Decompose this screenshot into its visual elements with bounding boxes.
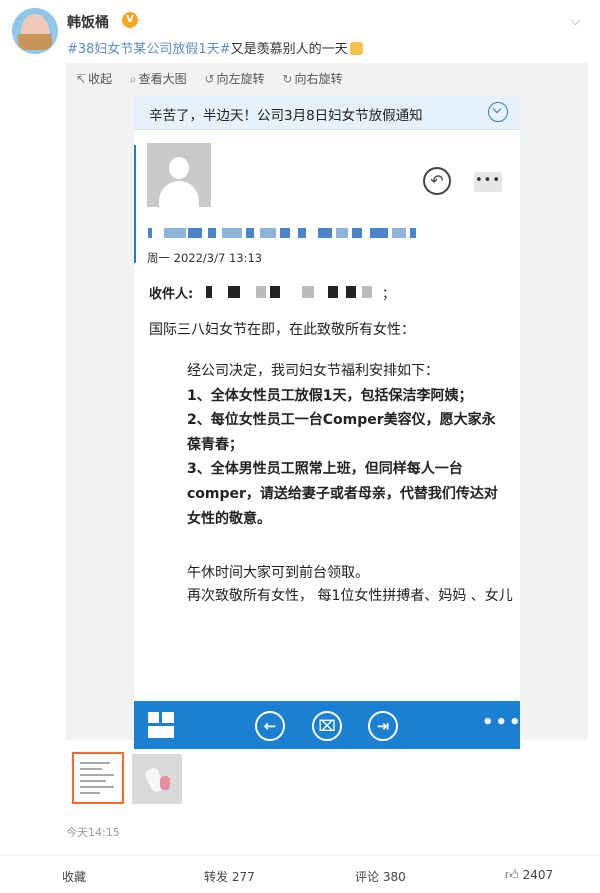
more-dots-icon: •••: [482, 712, 523, 733]
email-footer: 午休时间大家可到前台领取。 再次致敬所有女性， 每1位女性拼搏者、妈妈 、女儿: [187, 562, 517, 608]
thumbs-up-icon: 👍︎: [505, 868, 519, 883]
email-date: 周一 2022/3/7 13:13: [147, 251, 263, 265]
email-intro: 经公司决定，我司妇女节福利安排如下：: [187, 363, 439, 379]
action-bar: 收藏 转发 277 评论 380 👍︎ 2407: [0, 855, 600, 893]
user-avatar[interactable]: [12, 8, 58, 54]
rotate-right-button[interactable]: ↻ 向右旋转: [282, 72, 342, 86]
email-screenshot[interactable]: 辛苦了，半边天！公司3月8日妇女节放假通知 ↶ ••• 周一 2022/3/7 …: [134, 95, 523, 749]
thumbnail-email[interactable]: [72, 752, 124, 804]
device-accent-shape: [160, 776, 170, 790]
username[interactable]: 韩饭桶: [67, 12, 109, 32]
collapse-icon: ↸: [76, 72, 87, 86]
email-subject: 辛苦了，半边天！公司3月8日妇女节放假通知: [149, 108, 423, 124]
subject-bar: 辛苦了，半边天！公司3月8日妇女节放假通知: [134, 95, 520, 130]
like-count: 2407: [522, 868, 554, 882]
tiles-icon: [148, 712, 174, 738]
rotate-left-button[interactable]: ↺ 向左旋转: [204, 72, 264, 86]
image-toolbar: ↸ 收起 ⌕ 查看大图 ↺ 向左旋转 ↻ 向右旋转: [76, 70, 356, 87]
recipient-separator: ；: [382, 287, 396, 302]
thumbnail-product[interactable]: [132, 754, 182, 804]
avatar-head-shape: [169, 157, 189, 179]
collapse-button[interactable]: ↸ 收起: [76, 72, 112, 86]
comment-button[interactable]: 评论 380: [355, 868, 406, 885]
email-greeting: 国际三八妇女节在即，在此致敬所有女性：: [149, 322, 415, 338]
reply-icon: ↶: [423, 167, 451, 195]
back-arrow-icon: ←: [255, 711, 285, 741]
closing-note: 再次致敬所有女性， 每1位女性拼搏者、妈妈 、女儿: [187, 588, 513, 604]
post-body: 又是羡慕别人的一天: [230, 42, 348, 57]
magnifier-icon: ⌕: [129, 72, 137, 86]
like-button[interactable]: 👍︎ 2407: [505, 868, 553, 883]
post-text: #38妇女节某公司放假1天#又是羡慕别人的一天: [67, 38, 363, 57]
more-options-icon: •••: [474, 172, 502, 192]
sender-avatar: [147, 143, 211, 207]
avatar-body-shape: [159, 181, 199, 207]
move-icon: ⇥: [368, 711, 398, 741]
benefit-item-3: 3、全体男性员工照常上班，但同样每人一台comper，请送给妻子或者母亲，代替我…: [187, 461, 498, 527]
view-large-button[interactable]: ⌕ 查看大图: [130, 72, 187, 86]
rotate-right-label: 向右旋转: [294, 72, 343, 86]
pickup-note: 午休时间大家可到前台领取。: [187, 565, 369, 581]
email-bottom-bar: ← ⌧ ⇥ •••: [134, 701, 523, 749]
sender-name-redacted: [148, 222, 418, 244]
chevron-down-icon[interactable]: ⌵: [571, 14, 580, 29]
repost-button[interactable]: 转发 277: [204, 868, 255, 885]
header-accent-rule: [134, 145, 136, 263]
recipient-label: 收件人:: [149, 287, 194, 302]
rotate-right-icon: ↻: [282, 72, 293, 86]
emoji-icon: [349, 42, 363, 55]
benefit-item-1: 1、全体女性员工放假1天，包括保洁李阿姨；: [187, 387, 473, 404]
rotate-left-icon: ↺: [204, 72, 215, 86]
rotate-left-label: 向左旋转: [216, 72, 265, 86]
view-large-label: 查看大图: [138, 72, 187, 86]
trash-icon: ⌧: [312, 711, 342, 741]
favorite-button[interactable]: 收藏: [62, 868, 86, 885]
expand-circle-icon: [488, 102, 508, 122]
benefit-item-2: 2、每位女性员工一台Comper美容仪，愿大家永葆青春；: [187, 412, 496, 453]
collapse-label: 收起: [88, 72, 113, 86]
verified-badge-icon: V: [122, 12, 138, 28]
avatar-tub-image: [18, 34, 52, 50]
hashtag-link[interactable]: #38妇女节某公司放假1天#: [67, 42, 231, 57]
recipient-redacted: [206, 284, 376, 300]
email-body: 经公司决定，我司妇女节福利安排如下： 1、全体女性员工放假1天，包括保洁李阿姨；…: [187, 359, 502, 531]
post-timestamp: 今天14:15: [66, 826, 120, 839]
